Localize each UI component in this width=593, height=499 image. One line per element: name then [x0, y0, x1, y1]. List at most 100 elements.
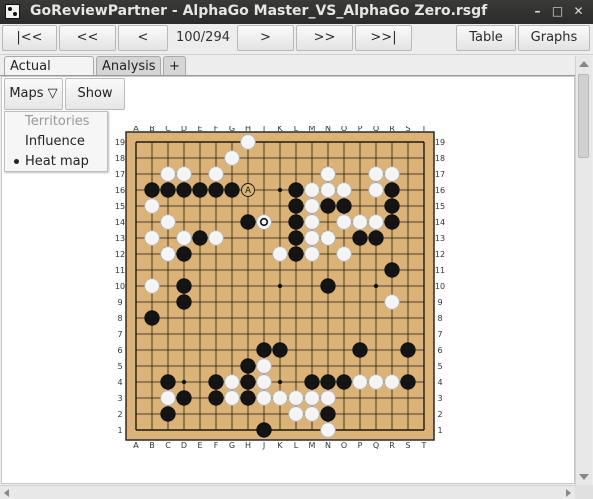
row-label: 12	[435, 250, 445, 259]
column-label: P	[358, 126, 363, 133]
white-stone	[320, 182, 336, 198]
scroll-thumb[interactable]	[578, 74, 589, 158]
white-stone	[368, 166, 384, 182]
go-board[interactable]: AABBCCDDEEFFGGHHJJKKLLMMNNOOPPQQRRSSTT19…	[112, 126, 460, 462]
black-stone	[384, 198, 400, 214]
horizontal-scrollbar[interactable]	[0, 485, 575, 499]
black-stone	[240, 374, 256, 390]
row-label: 9	[437, 298, 442, 307]
white-stone	[320, 230, 336, 246]
menu-item-territories: Territories	[25, 114, 90, 129]
row-label: 8	[437, 314, 442, 323]
tab-actual-game[interactable]: Actual game	[4, 56, 94, 93]
row-label: 14	[435, 218, 445, 227]
back-10-button[interactable]: <<	[59, 25, 116, 51]
column-label: R	[389, 126, 395, 133]
column-label: T	[421, 126, 427, 133]
white-stone	[336, 214, 352, 230]
menu-item-heat-map-label: Heat map	[25, 154, 89, 169]
close-icon[interactable]: ✕	[570, 3, 587, 20]
menu-item-influence[interactable]: Influence	[5, 132, 107, 152]
black-stone	[272, 342, 288, 358]
black-stone	[320, 406, 336, 422]
forward-button[interactable]: >	[237, 25, 294, 51]
column-label: L	[294, 441, 299, 450]
scroll-right-icon[interactable]	[566, 489, 571, 497]
black-stone	[176, 390, 192, 406]
black-stone	[304, 374, 320, 390]
maximize-icon[interactable]: □	[549, 3, 566, 20]
maps-dropdown-button[interactable]: Maps ▽	[4, 78, 63, 110]
white-stone	[384, 374, 400, 390]
column-label: H	[245, 441, 251, 450]
white-stone	[272, 246, 288, 262]
row-label: 10	[115, 282, 125, 291]
scroll-corner	[575, 485, 593, 499]
white-stone	[352, 374, 368, 390]
black-stone	[256, 342, 272, 358]
black-stone	[336, 374, 352, 390]
black-stone	[176, 182, 192, 198]
row-label: 11	[115, 266, 125, 275]
column-label: D	[181, 126, 187, 133]
white-stone	[144, 278, 160, 294]
black-stone	[384, 214, 400, 230]
graphs-button[interactable]: Graphs	[518, 25, 590, 51]
last-move-button[interactable]: >>|	[355, 25, 412, 51]
white-stone	[256, 358, 272, 374]
white-stone	[288, 390, 304, 406]
tab-add[interactable]: +	[163, 56, 186, 76]
column-label: Q	[373, 441, 379, 450]
row-label: 7	[437, 330, 442, 339]
navigation-toolbar: |<< << < 100/294 > >> >>| Table Graphs	[0, 24, 593, 55]
row-label: 10	[435, 282, 445, 291]
column-label: S	[405, 126, 410, 133]
white-stone	[352, 214, 368, 230]
back-button[interactable]: <	[118, 25, 168, 51]
row-label: 19	[115, 138, 125, 147]
selected-bullet-icon	[14, 159, 19, 164]
white-stone	[304, 406, 320, 422]
forward-10-button[interactable]: >>	[296, 25, 353, 51]
black-stone	[176, 278, 192, 294]
black-stone	[256, 422, 272, 438]
scroll-down-icon[interactable]	[579, 474, 589, 480]
vertical-scrollbar[interactable]	[575, 56, 592, 485]
white-stone	[320, 422, 336, 438]
white-stone	[224, 150, 240, 166]
black-stone	[288, 214, 304, 230]
white-stone	[160, 390, 176, 406]
black-stone	[144, 310, 160, 326]
black-stone	[240, 390, 256, 406]
black-stone	[352, 342, 368, 358]
white-stone	[320, 390, 336, 406]
black-stone	[320, 278, 336, 294]
row-label: 2	[117, 410, 122, 419]
row-label: 1	[437, 426, 442, 435]
column-label: C	[165, 441, 171, 450]
tab-analysis[interactable]: Analysis	[96, 56, 161, 76]
white-stone	[304, 246, 320, 262]
row-label: 1	[117, 426, 122, 435]
minimize-icon[interactable]: –	[529, 3, 546, 20]
star-point	[181, 379, 187, 385]
first-move-button[interactable]: |<<	[2, 25, 57, 51]
star-point	[373, 283, 379, 289]
black-stone	[384, 182, 400, 198]
scroll-left-icon[interactable]	[4, 489, 9, 497]
black-stone	[400, 374, 416, 390]
white-stone	[304, 230, 320, 246]
white-stone	[320, 166, 336, 182]
scroll-up-icon[interactable]	[579, 61, 589, 67]
table-button[interactable]: Table	[456, 25, 516, 51]
column-label: H	[245, 126, 251, 133]
row-label: 3	[437, 394, 442, 403]
show-button[interactable]: Show	[65, 78, 125, 110]
white-stone	[368, 214, 384, 230]
row-label: 5	[437, 362, 442, 371]
column-label: O	[341, 126, 347, 133]
menu-item-heat-map[interactable]: Heat map	[5, 152, 107, 172]
column-label: F	[214, 441, 219, 450]
row-label: 15	[435, 202, 445, 211]
star-point	[277, 187, 283, 193]
